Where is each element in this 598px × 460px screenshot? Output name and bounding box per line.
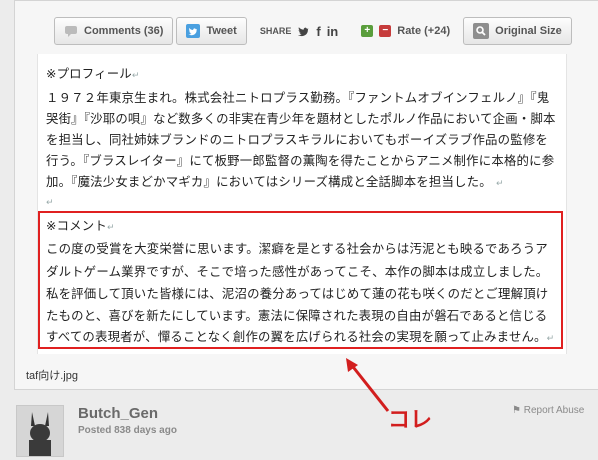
report-abuse-link[interactable]: ⚑ Report Abuse bbox=[512, 405, 584, 416]
annotation-label: コレ bbox=[388, 408, 433, 433]
image-filename: taf向け.jpg bbox=[26, 370, 78, 382]
comments-label: Comments (36) bbox=[84, 25, 164, 37]
twitter-share-icon[interactable] bbox=[297, 26, 310, 37]
highlight-box bbox=[38, 211, 563, 349]
profile-heading: ※プロフィール↵ bbox=[46, 66, 140, 81]
image-toolbar: Comments (36) Tweet SHARE f in + − Rate … bbox=[54, 17, 575, 47]
original-size-label: Original Size bbox=[495, 25, 562, 37]
avatar-bunny-icon bbox=[17, 406, 63, 456]
profile-line: 行う。『ブラスレイター』にて板野一郎監督の薫陶を得たことからアニメ制作に本格的に… bbox=[46, 153, 555, 168]
magnifier-icon bbox=[473, 23, 490, 39]
tweet-button[interactable]: Tweet bbox=[176, 17, 247, 45]
rate-group: + − Rate (+24) bbox=[351, 17, 460, 45]
minus-icon[interactable]: − bbox=[379, 25, 392, 37]
post-username[interactable]: Butch_Gen bbox=[78, 405, 158, 422]
post-date: Posted 838 days ago bbox=[78, 425, 177, 436]
plus-icon[interactable]: + bbox=[361, 25, 374, 37]
profile-line: １９７２年東京生まれ。株式会社ニトロプラス勤務。『ファントムオブインフェルノ』『… bbox=[46, 90, 550, 105]
profile-line-last: 加。『魔法少女まどかマギカ』においてはシリーズ構成と全話脚本を担当した。 ↵ bbox=[46, 174, 504, 189]
facebook-icon[interactable]: f bbox=[316, 24, 320, 39]
profile-line: 哭街』『沙耶の唄』など数多くの非実在青少年を題材としたポルノ作品において企画・脚… bbox=[46, 111, 556, 126]
share-label: SHARE bbox=[259, 26, 292, 36]
report-abuse-label: Report Abuse bbox=[523, 405, 585, 416]
linkedin-icon[interactable]: in bbox=[327, 24, 339, 39]
original-size-button[interactable]: Original Size bbox=[463, 17, 572, 45]
tweet-label: Tweet bbox=[206, 25, 237, 37]
speech-bubble-icon bbox=[64, 25, 78, 37]
rate-label: Rate (+24) bbox=[397, 25, 451, 37]
comments-button[interactable]: Comments (36) bbox=[54, 17, 174, 45]
share-group: SHARE f in bbox=[250, 17, 348, 45]
twitter-bird-icon bbox=[186, 24, 201, 38]
profile-line: を担当し、同社姉妹ブランドのニトロプラスキラルにおいてもボーイズラブ作品の監修を bbox=[46, 132, 549, 147]
paragraph-mark: ↵ bbox=[46, 198, 54, 208]
avatar[interactable] bbox=[16, 405, 64, 457]
flag-icon: ⚑ bbox=[512, 405, 521, 416]
